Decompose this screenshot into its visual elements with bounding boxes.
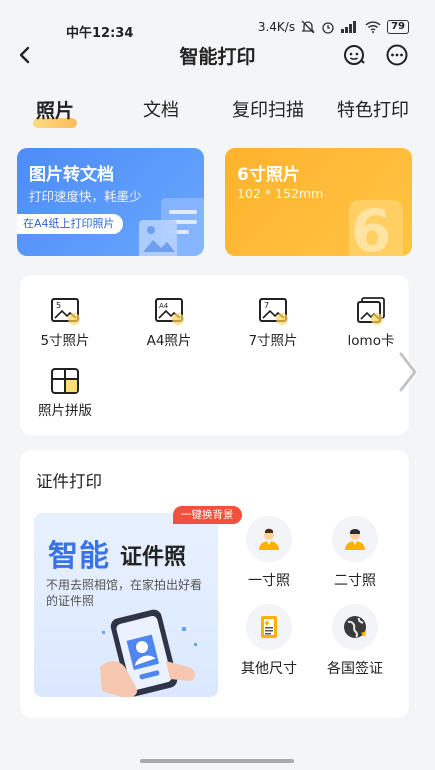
tab-document[interactable]: 文档: [143, 96, 179, 122]
id-item-1inch[interactable]: 一寸照: [234, 516, 304, 590]
photo-item-collage[interactable]: 照片拼版: [20, 367, 110, 419]
visa-globe-icon: [344, 616, 366, 638]
id-photo-2inch-icon: [345, 529, 365, 550]
banner-description: 不用去照相馆，在家拍出好看的证件照: [46, 578, 203, 608]
id-item-label: 各国签证: [327, 661, 383, 677]
tab-special-print[interactable]: 特色打印: [337, 96, 409, 122]
promo-subtitle: 102 * 152mm: [237, 186, 324, 201]
photo-7inch-icon: 7: [259, 298, 288, 325]
smart-id-photo-banner[interactable]: 智能 证件照 不用去照相馆，在家拍出好看的证件照: [34, 513, 218, 697]
page-title: 智能打印: [179, 46, 256, 68]
status-bar: 中午12:34 3.4K/s 79: [0, 0, 435, 41]
photo-item-label: lomo卡: [347, 333, 395, 349]
svg-text:A4: A4: [159, 302, 169, 310]
id-item-2inch[interactable]: 二寸照: [320, 516, 390, 590]
signal-icon: [341, 21, 357, 33]
banner-title-highlight: 智能: [48, 539, 110, 574]
banner-title: 证件照: [120, 545, 187, 570]
nav-bar: 智能打印: [0, 38, 435, 72]
photo-collage-icon: [51, 368, 79, 394]
svg-text:5: 5: [56, 301, 61, 310]
alarm-icon: [322, 22, 334, 34]
promo-image-to-document[interactable]: 图片转文档 打印速度快，耗墨少 在A4纸上打印照片: [17, 148, 204, 256]
id-item-visa[interactable]: 各国签证: [320, 604, 390, 678]
battery-indicator: 79: [387, 20, 409, 34]
id-item-label: 其他尺寸: [241, 661, 297, 677]
photo-item-label: A4照片: [146, 333, 192, 349]
home-indicator[interactable]: [140, 759, 294, 763]
wifi-icon: [365, 21, 381, 33]
photo-5inch-icon: 5: [51, 298, 80, 325]
big-6-digit: 6: [351, 197, 392, 256]
photo-item-5inch[interactable]: 5 5寸照片: [20, 297, 110, 349]
photo-a4-icon: A4: [155, 298, 184, 325]
id-photo-1inch-icon: [259, 528, 279, 550]
chat-bot-icon[interactable]: [342, 43, 366, 67]
photo-item-a4[interactable]: A4 A4照片: [124, 297, 214, 349]
change-background-badge: 一键换背景: [173, 506, 242, 524]
photo-item-label: 5寸照片: [40, 333, 90, 349]
promo-title: 图片转文档: [29, 165, 114, 185]
id-item-label: 二寸照: [334, 573, 376, 589]
status-indicators: 3.4K/s 79: [258, 20, 409, 34]
chevron-right-icon[interactable]: [395, 350, 421, 394]
promo-subtitle: 打印速度快，耗墨少: [29, 189, 142, 204]
network-speed: 3.4K/s: [257, 20, 296, 34]
id-other-size-icon: [261, 616, 277, 638]
photo-item-label: 7寸照片: [248, 333, 298, 349]
svg-text:7: 7: [264, 301, 269, 310]
tab-copy-scan[interactable]: 复印扫描: [232, 96, 304, 122]
id-print-card: 证件打印 智能 证件照 不用去照相馆，在家拍出好看的证件照 一键换背景 一寸照: [20, 450, 409, 718]
phone-hand-illustration-icon: [100, 609, 197, 697]
promo-6inch-photo[interactable]: 6寸照片 102 * 152mm 6: [225, 148, 412, 256]
promo-title: 6寸照片: [237, 165, 300, 185]
lomo-card-icon: [357, 297, 385, 325]
id-item-other-size[interactable]: 其他尺寸: [234, 604, 304, 678]
document-illustration-icon: [139, 198, 204, 256]
photo-item-7inch[interactable]: 7 7寸照片: [228, 297, 318, 349]
more-horizontal-icon[interactable]: [385, 43, 409, 67]
photo-item-label: 照片拼版: [38, 403, 92, 419]
promo-pill: 在A4纸上打印照片: [17, 214, 123, 234]
id-item-label: 一寸照: [248, 573, 290, 589]
mute-icon: [301, 20, 315, 34]
section-title: 证件打印: [36, 472, 102, 491]
photo-item-lomo[interactable]: lomo卡: [326, 297, 416, 349]
photo-types-card: 5 5寸照片 A4 A4照片 7 7寸照片 lomo卡 照片拼版: [20, 275, 409, 435]
tab-photo[interactable]: 照片: [36, 96, 74, 123]
category-tabs: 照片 文档 复印扫描 特色打印: [0, 96, 435, 128]
